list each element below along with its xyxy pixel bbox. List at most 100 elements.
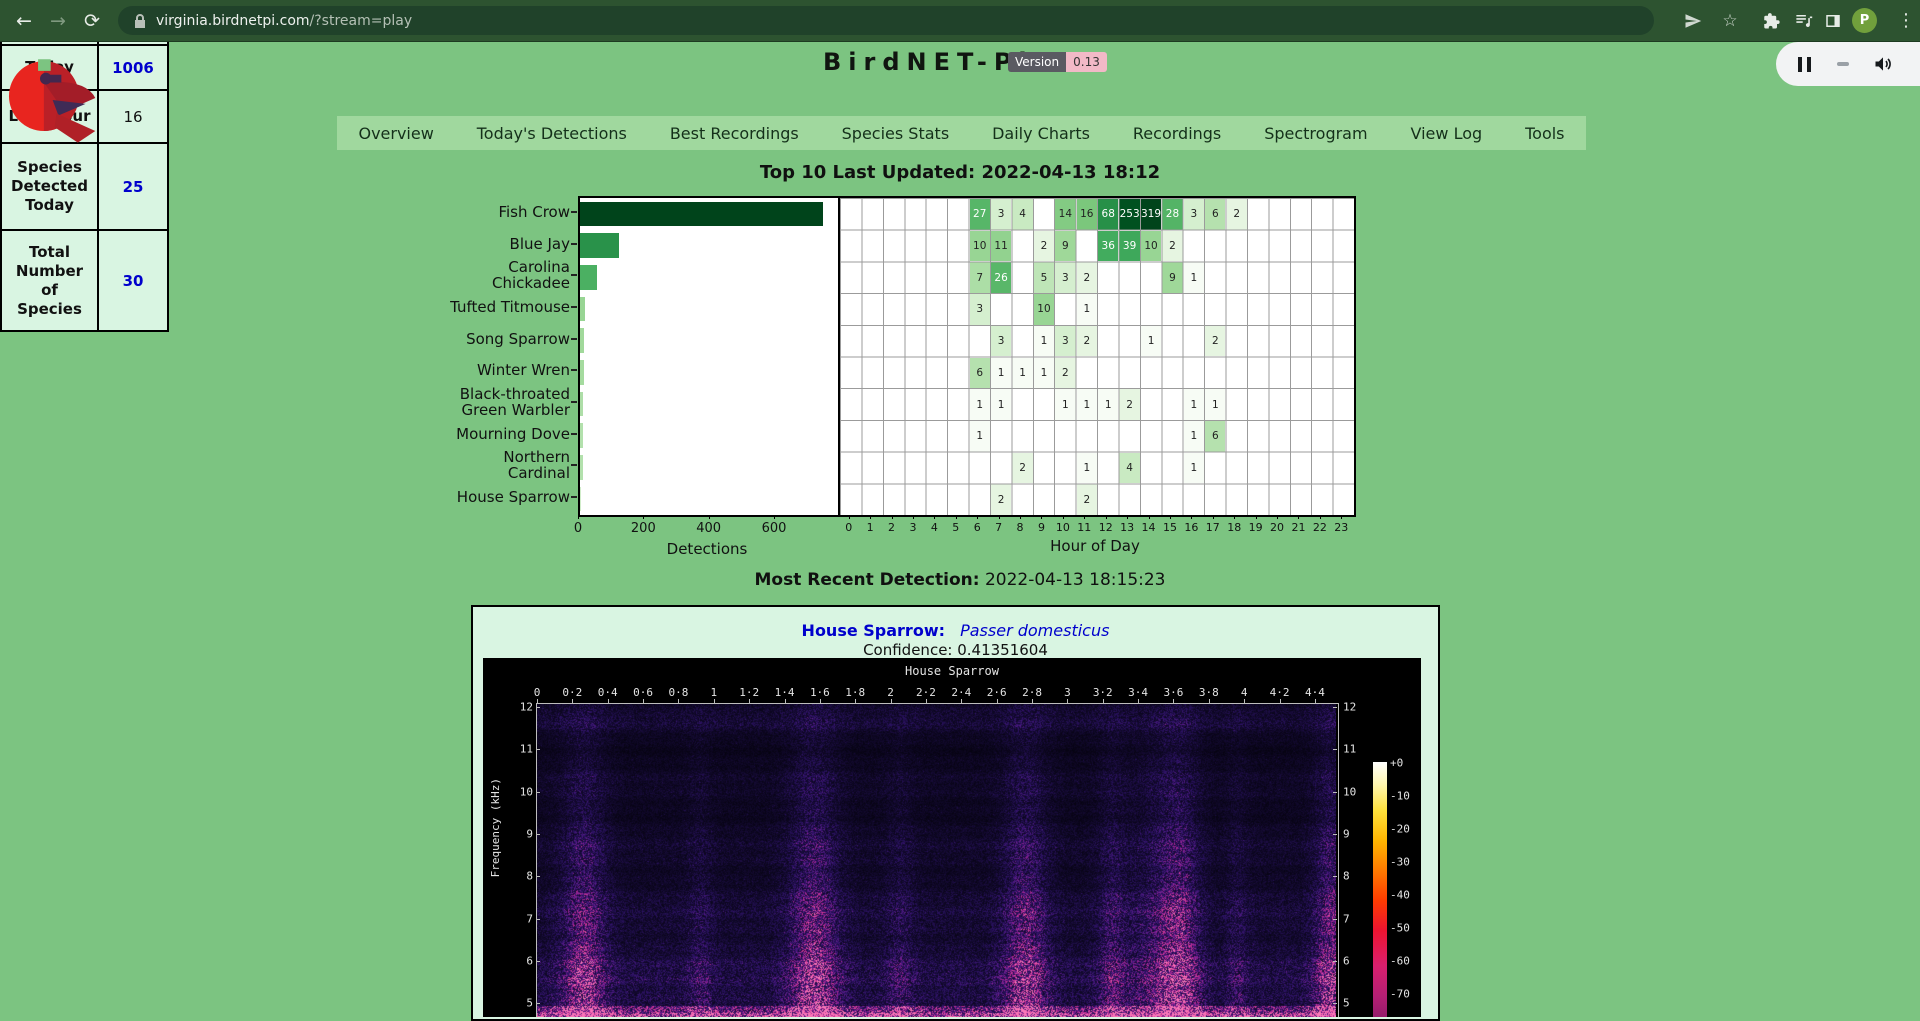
species-label-mourning-dove: Mourning Dove <box>345 426 570 442</box>
spec-xtick <box>608 699 609 703</box>
spec-ytick-right: 11 <box>1343 743 1356 756</box>
species-tick <box>571 401 577 403</box>
spec-ytick <box>536 749 540 750</box>
species-label-fish-crow: Fish Crow <box>345 204 570 220</box>
heat-cell-h6: 1 <box>970 421 990 452</box>
spec-ytick <box>536 876 540 877</box>
spec-xtick-label: 2·6 <box>987 686 1007 699</box>
heat-cell-h6: 10 <box>970 231 990 262</box>
spec-xtick <box>1103 699 1104 703</box>
heat-cell-h11: 1 <box>1077 294 1097 325</box>
species-tick <box>571 243 577 245</box>
spec-xtick <box>1209 699 1210 703</box>
send-icon[interactable] <box>1678 0 1708 41</box>
profile-avatar[interactable]: P <box>1852 8 1877 33</box>
spec-xtick-label: 4·4 <box>1305 686 1325 699</box>
bar-winter-wren <box>580 360 584 385</box>
heat-cell-h10: 3 <box>1055 262 1075 293</box>
browser-menu-icon[interactable]: ⋮ <box>1890 0 1920 41</box>
hour-tick <box>1170 515 1171 519</box>
spec-xtick <box>678 699 679 703</box>
heat-cell-h17: 2 <box>1205 326 1225 357</box>
spectrogram-ylabel: Frequency (kHz) <box>489 778 502 877</box>
nav-item-recordings[interactable]: Recordings <box>1133 124 1221 143</box>
seek-handle[interactable] <box>1837 62 1849 66</box>
hour-tick <box>1191 515 1192 519</box>
hour-label: 2 <box>888 521 895 534</box>
stats-value[interactable]: 25 <box>98 143 168 230</box>
volume-icon[interactable] <box>1873 54 1893 74</box>
forward-icon[interactable]: → <box>42 0 74 41</box>
hour-label: 14 <box>1142 521 1156 534</box>
spec-ytick-left: 5 <box>507 997 533 1010</box>
spec-xtick-label: 3·6 <box>1164 686 1184 699</box>
hour-tick <box>1234 515 1235 519</box>
spec-xtick <box>891 699 892 703</box>
lock-icon <box>134 14 146 28</box>
spec-xtick <box>537 699 538 703</box>
bookmark-star-icon[interactable]: ☆ <box>1715 0 1745 41</box>
heat-cell-h9: 2 <box>1034 231 1054 262</box>
spec-ytick <box>536 919 540 920</box>
heat-cell-h10: 9 <box>1055 231 1075 262</box>
heat-cell-h18: 2 <box>1227 199 1247 230</box>
hour-tick <box>849 515 850 519</box>
spec-xtick-label: 3 <box>1064 686 1071 699</box>
hour-tick <box>999 515 1000 519</box>
colorbar-label: -10 <box>1390 790 1410 803</box>
hour-tick <box>1256 515 1257 519</box>
nav-item-view-log[interactable]: View Log <box>1411 124 1483 143</box>
url-bar[interactable]: virginia.birdnetpi.com/?stream=play <box>118 6 1654 35</box>
nav-item-spectrogram[interactable]: Spectrogram <box>1264 124 1367 143</box>
hour-label: 10 <box>1056 521 1070 534</box>
spec-xtick <box>714 699 715 703</box>
heat-cell-h10: 3 <box>1055 326 1075 357</box>
playlist-icon[interactable] <box>1788 0 1818 41</box>
spec-ytick-left: 10 <box>507 785 533 798</box>
nav-item-daily-charts[interactable]: Daily Charts <box>992 124 1090 143</box>
nav-item-tools[interactable]: Tools <box>1525 124 1564 143</box>
bar-axis-label: 400 <box>696 521 721 536</box>
spec-xtick-label: 0·2 <box>562 686 582 699</box>
spec-xtick <box>855 699 856 703</box>
spec-xtick <box>643 699 644 703</box>
back-icon[interactable]: ← <box>8 0 40 41</box>
species-tick <box>571 274 577 276</box>
stats-value[interactable]: 1006 <box>98 45 168 90</box>
spec-xtick <box>749 699 750 703</box>
stats-value[interactable]: 30 <box>98 230 168 331</box>
heat-cell-h11: 2 <box>1077 326 1097 357</box>
hour-tick <box>870 515 871 519</box>
spec-xtick <box>997 699 998 703</box>
hour-label: 4 <box>931 521 938 534</box>
spec-ytick <box>1333 792 1337 793</box>
hour-tick <box>913 515 914 519</box>
bar-northern-cardinal <box>580 455 583 480</box>
spec-ytick <box>1333 876 1337 877</box>
species-tick <box>571 306 577 308</box>
heat-cell-h8: 4 <box>1012 199 1032 230</box>
nav-item-best-recordings[interactable]: Best Recordings <box>670 124 799 143</box>
side-panel-icon[interactable] <box>1818 0 1848 41</box>
nav-item-today-s-detections[interactable]: Today's Detections <box>477 124 627 143</box>
heat-cell-h15: 2 <box>1162 231 1182 262</box>
nav-item-overview[interactable]: Overview <box>358 124 433 143</box>
spec-ytick-right: 5 <box>1343 997 1350 1010</box>
stats-row-total-number-of-species: Total Number of Species30 <box>1 230 168 331</box>
spec-ytick-left: 6 <box>507 954 533 967</box>
spec-xtick-label: 2·2 <box>916 686 936 699</box>
bar-black-throated-green-warbler <box>580 392 583 417</box>
spec-xtick <box>926 699 927 703</box>
spec-xtick-label: 3·2 <box>1093 686 1113 699</box>
hour-label: 15 <box>1163 521 1177 534</box>
extensions-icon[interactable] <box>1756 0 1786 41</box>
species-label-house-sparrow: House Sparrow <box>345 489 570 505</box>
reload-icon[interactable]: ⟳ <box>76 0 108 41</box>
detection-confidence: Confidence: 0.41351604 <box>473 641 1438 659</box>
spectrogram-axis <box>536 703 1339 1017</box>
spec-ytick-right: 6 <box>1343 954 1350 967</box>
pause-button[interactable] <box>1798 57 1811 72</box>
nav-item-species-stats[interactable]: Species Stats <box>842 124 950 143</box>
spec-ytick-left: 12 <box>507 701 533 714</box>
heat-cell-h6: 6 <box>970 358 990 389</box>
